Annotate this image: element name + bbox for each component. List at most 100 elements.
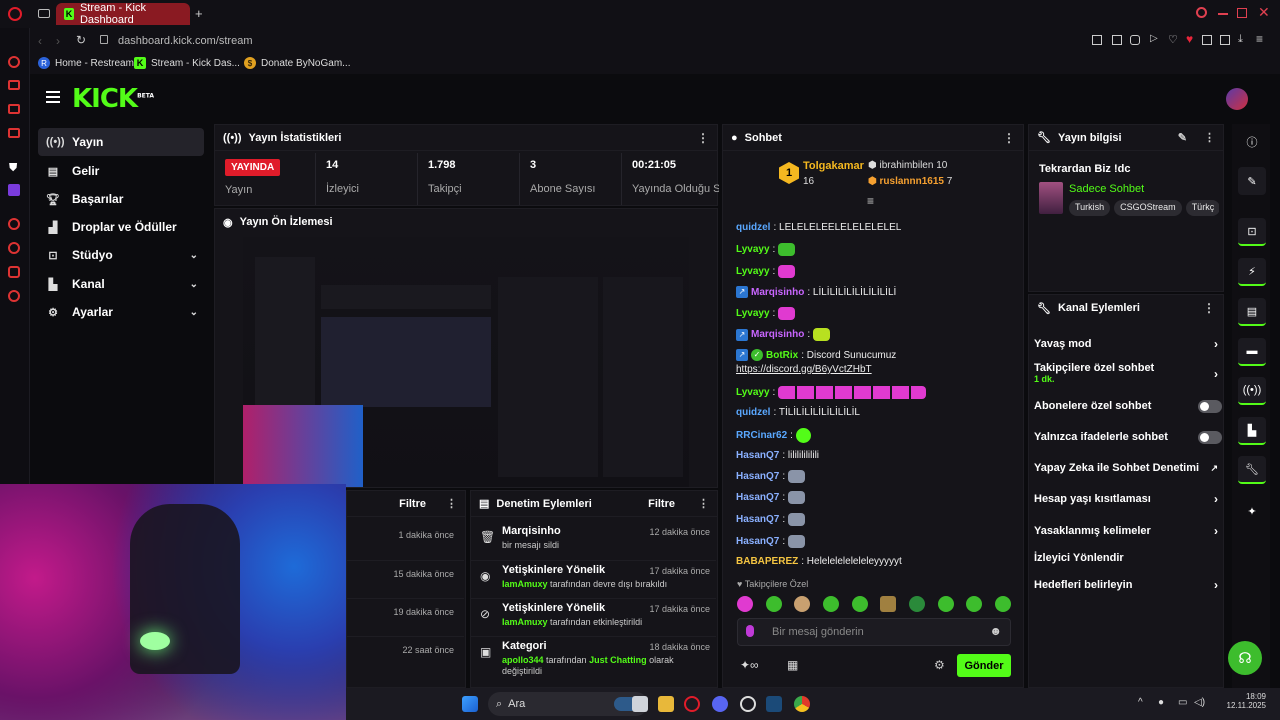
mod-user[interactable]: IamAmuxy bbox=[502, 579, 548, 589]
emote-icon[interactable] bbox=[908, 596, 925, 612]
sidebar-extensions-icon[interactable] bbox=[8, 266, 20, 278]
filter-button[interactable]: Filtre bbox=[648, 498, 675, 510]
sidebar-item-ayarlar[interactable]: ⚙ Ayarlar ⌄ bbox=[38, 298, 204, 326]
action-banned-words[interactable]: Yasaklanmış kelimeler › bbox=[1034, 524, 1222, 538]
gift-icon[interactable]: ▦ bbox=[787, 658, 798, 672]
sidebar-item-yayin[interactable]: ((•)) Yayın bbox=[38, 128, 204, 156]
wrench-icon[interactable]: 🔧︎ bbox=[1238, 456, 1266, 484]
browser-tab-active[interactable]: K Stream - Kick Dashboard bbox=[56, 2, 190, 26]
chat-username[interactable]: HasanQ7 bbox=[736, 492, 779, 503]
chat-link[interactable]: https://discord.gg/B6yVctZHbT bbox=[736, 364, 872, 375]
mod-category[interactable]: Just Chatting bbox=[589, 655, 647, 665]
sidebar-clock-icon[interactable] bbox=[8, 242, 20, 254]
new-tab-button[interactable]: + bbox=[195, 6, 203, 21]
emote-icon[interactable] bbox=[994, 596, 1011, 612]
emote-icon[interactable] bbox=[937, 596, 954, 612]
kick-logo[interactable]: KICKBETA bbox=[72, 84, 154, 114]
emote-icon[interactable] bbox=[737, 596, 753, 612]
snapshot-icon[interactable] bbox=[1220, 35, 1230, 45]
sidebar-player-icon[interactable] bbox=[8, 218, 20, 230]
extensions-icon[interactable] bbox=[1202, 35, 1212, 45]
chat-username[interactable]: HasanQ7 bbox=[736, 536, 779, 547]
download-icon[interactable]: ⤓ bbox=[1238, 33, 1243, 46]
send-button[interactable]: Gönder bbox=[957, 654, 1011, 677]
mod-user[interactable]: IamAmuxy bbox=[502, 617, 548, 627]
broadcast-icon[interactable]: ((•)) bbox=[1238, 377, 1266, 405]
emote-icon[interactable] bbox=[880, 596, 897, 612]
task-view-icon[interactable] bbox=[632, 696, 648, 712]
minimize-button[interactable] bbox=[1218, 13, 1228, 15]
tab-manager-icon[interactable] bbox=[38, 9, 50, 18]
more-options-icon[interactable]: ⋮ bbox=[1203, 301, 1215, 315]
chat-username[interactable]: HasanQ7 bbox=[736, 450, 779, 461]
chat-username[interactable]: quidzel bbox=[736, 407, 770, 418]
subs-only-toggle[interactable] bbox=[1198, 399, 1222, 413]
action-slow-mode[interactable]: Yavaş mod › bbox=[1034, 337, 1222, 351]
network-icon[interactable]: ▭ bbox=[1178, 697, 1187, 708]
sidebar-item-studyo[interactable]: ⊡ Stüdyo ⌄ bbox=[38, 241, 204, 269]
discord-icon[interactable] bbox=[712, 696, 728, 712]
stream-preview-video[interactable] bbox=[243, 237, 689, 487]
sidebar-item-kanal[interactable]: ▙ Kanal ⌄ bbox=[38, 270, 204, 298]
chat-username[interactable]: quidzel bbox=[736, 222, 770, 233]
chat-username[interactable]: HasanQ7 bbox=[736, 471, 779, 482]
menu-icon[interactable]: ≡ bbox=[1256, 32, 1263, 46]
tag[interactable]: Türkç bbox=[1185, 200, 1219, 216]
notes-icon[interactable]: ▤ bbox=[1238, 298, 1266, 326]
pin-icon[interactable] bbox=[1092, 35, 1102, 45]
maximize-button[interactable] bbox=[1237, 8, 1247, 18]
top-gifter-name[interactable]: Tolgakamar bbox=[803, 160, 864, 172]
bookmark-restream[interactable]: R Home - Restream bbox=[38, 57, 134, 69]
action-followers-only[interactable]: Takipçilere özel sohbet 1 dk. › bbox=[1034, 362, 1222, 388]
obs-icon[interactable] bbox=[740, 696, 756, 712]
adblock-icon[interactable] bbox=[1130, 35, 1140, 45]
sidebar-twitch-purple-icon[interactable] bbox=[8, 184, 20, 196]
bookmark-kick[interactable]: K Stream - Kick Das... bbox=[134, 57, 240, 69]
studio-icon[interactable]: ⊡ bbox=[1238, 218, 1266, 246]
screenshot-icon[interactable] bbox=[1112, 35, 1122, 45]
chat-link-text[interactable]: https://discord.gg/B6yVctZHbT bbox=[736, 364, 872, 375]
user-avatar[interactable] bbox=[1226, 88, 1248, 110]
sidebar-history-icon[interactable] bbox=[8, 56, 20, 68]
chat-username[interactable]: BotRix bbox=[766, 350, 798, 361]
chat-icon[interactable]: ▬ bbox=[1238, 338, 1266, 366]
sidebar-settings-icon[interactable] bbox=[8, 290, 20, 302]
vpn-icon[interactable]: ♡ bbox=[1168, 33, 1178, 46]
more-options-icon[interactable]: ⋮ bbox=[446, 497, 457, 510]
chat-username[interactable]: Lyvayy bbox=[736, 387, 770, 398]
file-explorer-icon[interactable] bbox=[658, 696, 674, 712]
chat-username[interactable]: BABAPEREZ bbox=[736, 556, 798, 567]
action-subs-only[interactable]: Abonelere özel sohbet bbox=[1034, 399, 1222, 413]
emote-icon[interactable] bbox=[794, 596, 811, 612]
gifter-2[interactable]: ⬢ ibrahimbilen 10 bbox=[868, 160, 947, 171]
chat-username[interactable]: HasanQ7 bbox=[736, 514, 779, 525]
category-link[interactable]: Sadece Sohbet bbox=[1069, 183, 1144, 195]
mic-icon[interactable] bbox=[746, 625, 754, 637]
emote-only-toggle[interactable] bbox=[1198, 430, 1222, 444]
mic-tray-icon[interactable]: ● bbox=[1158, 697, 1164, 708]
category-thumbnail[interactable] bbox=[1039, 182, 1063, 214]
hamburger-menu-icon[interactable] bbox=[46, 91, 60, 103]
support-button[interactable]: ☊ bbox=[1228, 641, 1262, 675]
search-tabs-icon[interactable] bbox=[1196, 7, 1207, 18]
reload-button[interactable]: ↻ bbox=[76, 33, 86, 47]
action-emote-only[interactable]: Yalnızca ifadelerle sohbet bbox=[1034, 430, 1222, 444]
clock[interactable]: 18:09 12.11.2025 bbox=[1218, 692, 1266, 710]
chat-username[interactable]: Lyvayy bbox=[736, 266, 770, 277]
pinned-expand-icon[interactable]: ≡ bbox=[867, 194, 874, 208]
url-field[interactable]: dashboard.kick.com/stream bbox=[118, 35, 253, 47]
steam-icon[interactable] bbox=[766, 696, 782, 712]
emote-icon[interactable] bbox=[765, 596, 782, 612]
chat-username[interactable]: Marqisinho bbox=[751, 329, 804, 340]
volume-icon[interactable]: ◁) bbox=[1194, 697, 1205, 708]
chat-input[interactable]: Bir mesaj gönderin ☻ bbox=[737, 618, 1011, 646]
action-ai-moderation[interactable]: Yapay Zeka ile Sohbet Denetimi ↗ bbox=[1034, 461, 1222, 475]
close-window-button[interactable]: ✕ bbox=[1258, 4, 1270, 21]
sidebar-kick-icon[interactable]: ⛊ bbox=[9, 162, 17, 175]
action-account-age[interactable]: Hesap yaşı kısıtlaması › bbox=[1034, 492, 1222, 506]
taskbar-search[interactable]: ⌕ Ara bbox=[488, 692, 648, 716]
more-options-icon[interactable]: ⋮ bbox=[697, 131, 709, 145]
sidebar-messenger-icon[interactable] bbox=[8, 104, 20, 114]
favorite-heart-icon[interactable]: ♥ bbox=[1186, 32, 1193, 46]
emote-icon[interactable] bbox=[966, 596, 983, 612]
